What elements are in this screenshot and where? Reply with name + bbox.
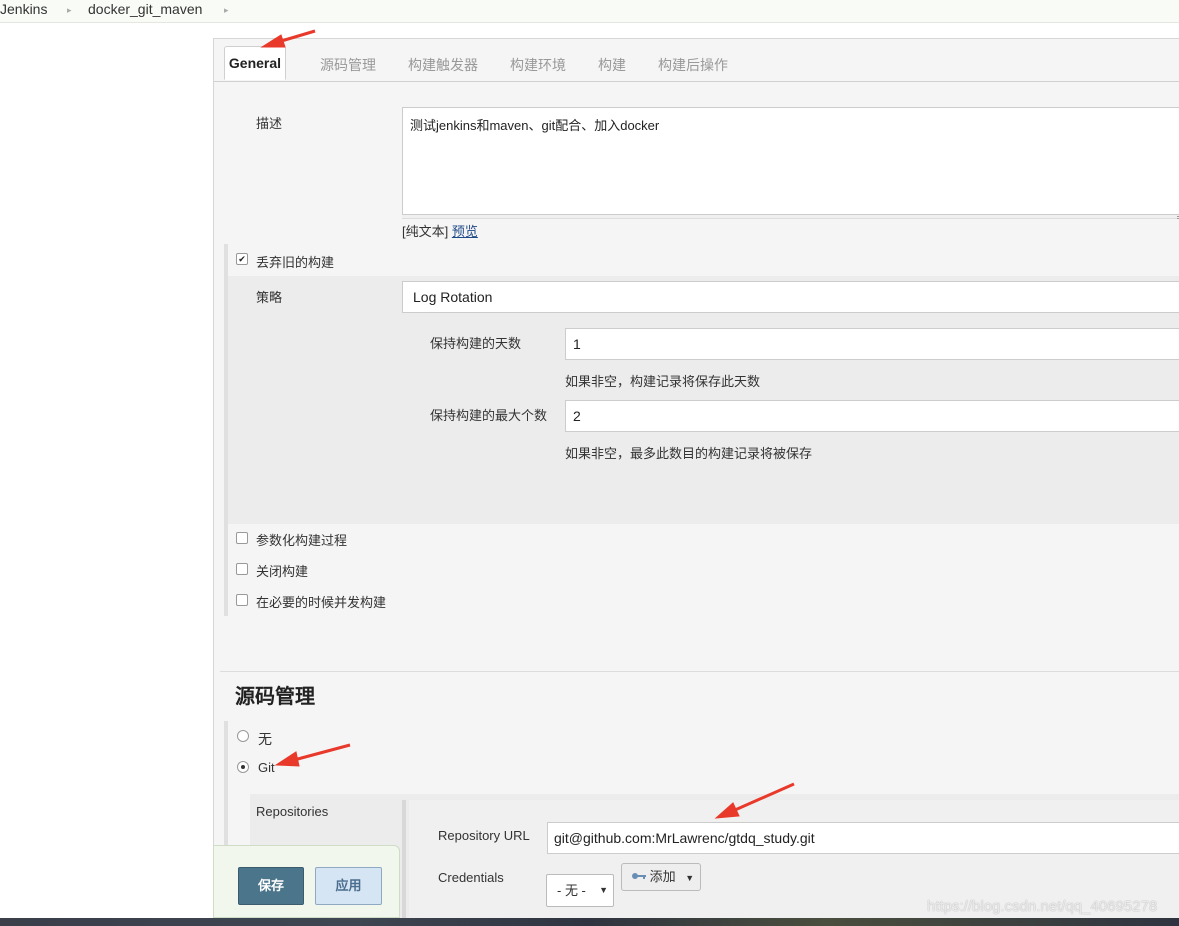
annotation-arrows (260, 29, 795, 819)
watermark-text: https://blog.csdn.net/qq_40695278 (927, 898, 1158, 915)
os-taskbar (0, 918, 1179, 926)
